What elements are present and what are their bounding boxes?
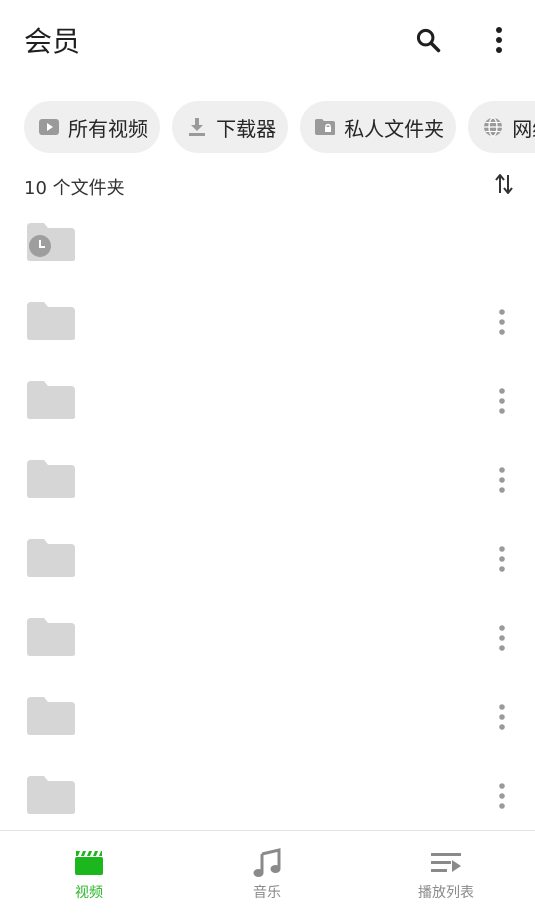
folder-row[interactable] bbox=[0, 363, 535, 442]
bottom-navigation: 视频 音乐 播放列表 bbox=[0, 830, 535, 915]
globe-icon bbox=[482, 116, 504, 138]
chip-private-folder[interactable]: 私人文件夹 bbox=[300, 101, 457, 153]
more-vertical-icon bbox=[498, 625, 506, 655]
folder-more-button[interactable] bbox=[487, 622, 517, 658]
folder-icon bbox=[26, 537, 76, 579]
nav-tab-video[interactable]: 视频 bbox=[0, 831, 178, 915]
folder-count: 10 个文件夹 bbox=[24, 178, 125, 199]
overflow-menu-button[interactable] bbox=[477, 20, 521, 64]
nav-tab-music[interactable]: 音乐 bbox=[178, 831, 356, 915]
folder-icon bbox=[26, 616, 76, 658]
folder-row[interactable] bbox=[0, 284, 535, 363]
search-button[interactable] bbox=[406, 20, 450, 64]
folder-row[interactable] bbox=[0, 758, 535, 837]
download-icon bbox=[186, 116, 208, 138]
chip-label: 私人文件夹 bbox=[344, 116, 445, 141]
more-vertical-icon bbox=[494, 26, 504, 58]
folder-icon bbox=[26, 458, 76, 500]
folder-more-button[interactable] bbox=[487, 701, 517, 737]
sort-icon bbox=[495, 173, 513, 199]
nav-tab-playlist[interactable]: 播放列表 bbox=[357, 831, 535, 915]
playlist-icon bbox=[430, 848, 462, 878]
more-vertical-icon bbox=[498, 467, 506, 497]
more-vertical-icon bbox=[498, 546, 506, 576]
music-note-icon bbox=[251, 848, 283, 878]
lock-folder-icon bbox=[314, 116, 336, 138]
more-vertical-icon bbox=[498, 388, 506, 418]
folder-row[interactable] bbox=[0, 600, 535, 679]
chip-downloader[interactable]: 下载器 bbox=[172, 101, 289, 153]
sort-button[interactable] bbox=[489, 172, 519, 200]
folder-more-button[interactable] bbox=[487, 780, 517, 816]
folder-list bbox=[0, 205, 535, 837]
chip-label: 下载器 bbox=[216, 116, 277, 141]
chip-network[interactable]: 网络 bbox=[468, 101, 535, 153]
folder-icon bbox=[26, 774, 76, 816]
more-vertical-icon bbox=[498, 704, 506, 734]
search-icon bbox=[414, 26, 442, 58]
folder-row[interactable] bbox=[0, 442, 535, 521]
more-vertical-icon bbox=[498, 309, 506, 339]
page-title: 会员 bbox=[24, 25, 81, 58]
folder-more-button[interactable] bbox=[487, 543, 517, 579]
top-app-bar: 会员 bbox=[0, 0, 535, 84]
nav-label: 播放列表 bbox=[418, 885, 474, 901]
nav-label: 视频 bbox=[75, 885, 103, 901]
folder-row-history[interactable] bbox=[0, 205, 535, 284]
folder-more-button[interactable] bbox=[487, 385, 517, 421]
folder-more-button[interactable] bbox=[487, 464, 517, 500]
nav-label: 音乐 bbox=[253, 885, 281, 901]
history-folder-icon bbox=[26, 221, 76, 263]
chip-all-videos[interactable]: 所有视频 bbox=[24, 101, 160, 153]
chip-label: 所有视频 bbox=[68, 116, 148, 141]
more-vertical-icon bbox=[498, 783, 506, 813]
folder-icon bbox=[26, 300, 76, 342]
chip-label: 网络 bbox=[512, 116, 535, 141]
filter-chips: 所有视频 下载器 私人文件夹 网 bbox=[24, 101, 535, 153]
folder-count-row: 10 个文件夹 bbox=[24, 172, 519, 202]
folder-more-button[interactable] bbox=[487, 306, 517, 342]
play-icon bbox=[38, 116, 60, 138]
folder-icon bbox=[26, 379, 76, 421]
folder-row[interactable] bbox=[0, 679, 535, 758]
folder-row[interactable] bbox=[0, 521, 535, 600]
folder-icon bbox=[26, 695, 76, 737]
video-icon bbox=[73, 848, 105, 878]
